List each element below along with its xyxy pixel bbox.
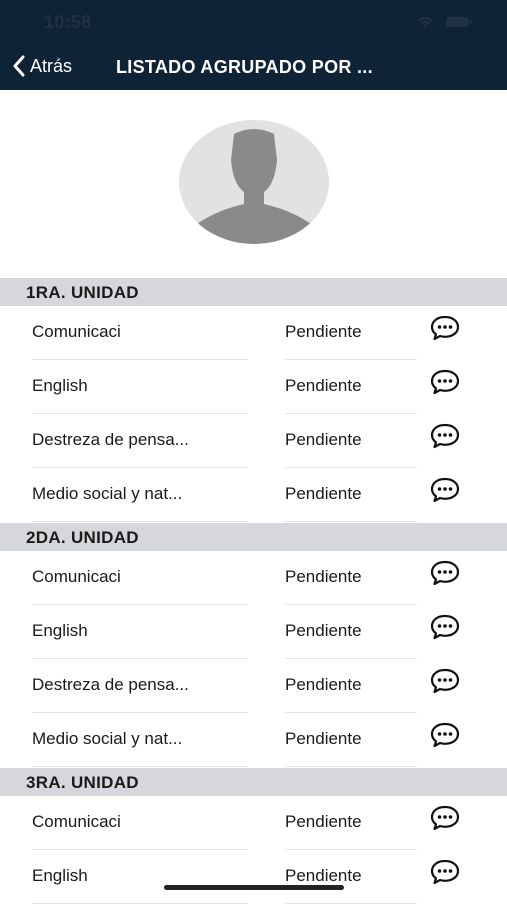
speech-bubble-icon[interactable] [430, 858, 460, 886]
status-label: Pendiente [285, 567, 362, 586]
speech-bubble-icon[interactable] [430, 721, 460, 749]
status-label: Pendiente [285, 484, 362, 503]
navigation-bar: 10:58 Atrás LISTADO AGRUPADO POR ... [0, 0, 507, 90]
subject-label: Medio social y nat... [32, 729, 183, 748]
subject-label: Comunicaci [32, 812, 121, 831]
list-item[interactable]: Comunicaci Pendiente [0, 306, 507, 360]
page-title: LISTADO AGRUPADO POR ... [116, 57, 373, 77]
speech-bubble-icon[interactable] [430, 422, 460, 450]
subject-label: Comunicaci [32, 567, 121, 586]
status-label: Pendiente [285, 430, 362, 449]
subject-label: Medio social y nat... [32, 484, 183, 503]
section-title: 1RA. UNIDAD [26, 283, 139, 302]
section-header: 1RA. UNIDAD [0, 278, 507, 306]
status-label: Pendiente [285, 376, 362, 395]
speech-bubble-icon[interactable] [430, 368, 460, 396]
status-icons [415, 14, 473, 30]
list-item[interactable]: Medio social y nat... Pendiente [0, 713, 507, 767]
list-item[interactable]: Comunicaci Pendiente [0, 551, 507, 605]
back-label: Atrás [30, 55, 73, 76]
status-label: Pendiente [285, 866, 362, 885]
subject-label: Destreza de pensa... [32, 430, 189, 449]
battery-icon [446, 17, 472, 27]
list-item[interactable]: English Pendiente [0, 605, 507, 659]
status-time: 10:58 [44, 12, 92, 32]
divider [285, 766, 417, 767]
section-title: 3RA. UNIDAD [26, 773, 139, 792]
status-label: Pendiente [285, 675, 362, 694]
home-indicator [164, 885, 344, 890]
speech-bubble-icon[interactable] [430, 667, 460, 695]
back-button[interactable]: Atrás [12, 55, 72, 77]
speech-bubble-icon[interactable] [430, 314, 460, 342]
subject-label: English [32, 376, 88, 395]
subject-label: Comunicaci [32, 322, 121, 341]
list-item[interactable]: Medio social y nat... Pendiente [0, 468, 507, 522]
list-item[interactable]: Comunicaci Pendiente [0, 796, 507, 850]
speech-bubble-icon[interactable] [430, 559, 460, 587]
list-item[interactable]: English Pendiente [0, 360, 507, 414]
list-item[interactable]: Destreza de pensa... Pendiente [0, 414, 507, 468]
status-label: Pendiente [285, 812, 362, 831]
speech-bubble-icon[interactable] [430, 613, 460, 641]
avatar [179, 120, 329, 244]
speech-bubble-icon[interactable] [430, 476, 460, 504]
status-label: Pendiente [285, 621, 362, 640]
speech-bubble-icon[interactable] [430, 804, 460, 832]
chevron-left-icon [13, 55, 25, 77]
divider [32, 521, 248, 522]
section-title: 2DA. UNIDAD [26, 528, 139, 547]
status-label: Pendiente [285, 322, 362, 341]
section-header: 3RA. UNIDAD [0, 768, 507, 796]
list-item[interactable]: English Pendiente [0, 850, 507, 904]
subject-label: English [32, 866, 88, 885]
wifi-icon [417, 17, 433, 28]
divider [32, 766, 248, 767]
subject-label: English [32, 621, 88, 640]
list-item[interactable]: Destreza de pensa... Pendiente [0, 659, 507, 713]
status-label: Pendiente [285, 729, 362, 748]
subject-label: Destreza de pensa... [32, 675, 189, 694]
divider [285, 521, 417, 522]
section-header: 2DA. UNIDAD [0, 523, 507, 551]
